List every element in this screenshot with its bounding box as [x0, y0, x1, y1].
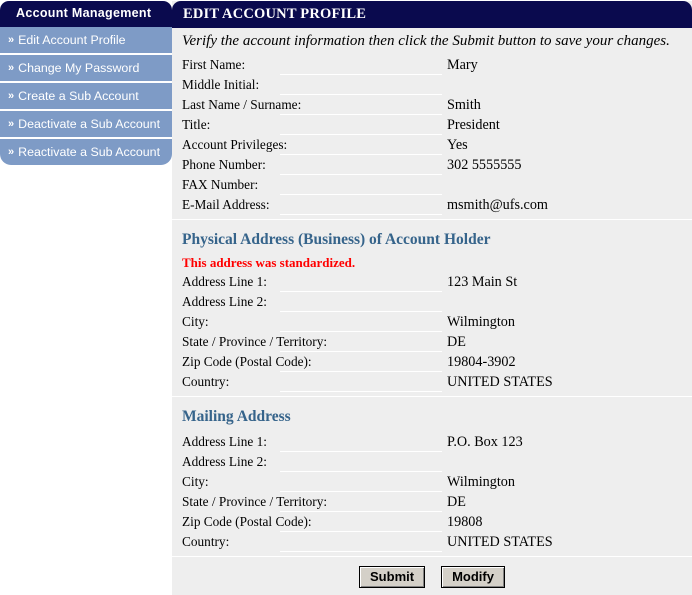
field-value: msmith@ufs.com: [447, 197, 548, 213]
field-label: Middle Initial:: [182, 77, 260, 92]
sidebar-item-change-my-password[interactable]: » Change My Password: [0, 55, 172, 83]
field-value: 302 5555555: [447, 157, 522, 173]
form-row: Zip Code (Postal Code): 19808: [172, 512, 692, 532]
field-value: Wilmington: [447, 314, 515, 330]
field-value: DE: [447, 334, 466, 350]
field-label: Phone Number:: [182, 157, 266, 172]
page-title: EDIT ACCOUNT PROFILE: [172, 1, 692, 28]
sidebar-item-edit-account-profile[interactable]: » Edit Account Profile: [0, 27, 172, 55]
field-underline: [280, 391, 442, 392]
form-row: Address Line 1: 123 Main St: [172, 272, 692, 292]
sidebar-item-label: Edit Account Profile: [18, 33, 126, 47]
form-row: City: Wilmington: [172, 312, 692, 332]
mailing-address-heading: Mailing Address: [182, 408, 291, 425]
form-row: Title: President: [172, 115, 692, 135]
form-row: Account Privileges: Yes: [172, 135, 692, 155]
form-row: Phone Number: 302 5555555: [172, 155, 692, 175]
button-bar: Submit Modify: [172, 566, 692, 588]
field-value: UNITED STATES: [447, 534, 553, 550]
field-value: 123 Main St: [447, 274, 518, 290]
physical-address-heading: Physical Address (Business) of Account H…: [182, 231, 491, 248]
field-label: First Name:: [182, 57, 246, 72]
field-value: 19808: [447, 514, 483, 530]
standardized-warning: This address was standardized.: [182, 255, 356, 270]
account-info-section: First Name: Mary Middle Initial: Last Name …: [172, 55, 692, 215]
form-row: Address Line 1: P.O. Box 123: [172, 432, 692, 452]
sidebar-title: Account Management: [0, 1, 172, 27]
field-label: Zip Code (Postal Code):: [182, 354, 312, 369]
field-label: State / Province / Territory:: [182, 494, 328, 509]
field-label: Last Name / Surname:: [182, 97, 302, 112]
section-divider: [172, 556, 692, 557]
field-value: Smith: [447, 97, 481, 113]
main-panel: EDIT ACCOUNT PROFILE Verify the account …: [172, 1, 692, 595]
field-label: E-Mail Address:: [182, 197, 270, 212]
sidebar: Account Management » Edit Account Profile…: [0, 1, 172, 165]
field-label: State / Province / Territory:: [182, 334, 328, 349]
sidebar-item-deactivate-a-sub-account[interactable]: » Deactivate a Sub Account: [0, 111, 172, 139]
field-label: Zip Code (Postal Code):: [182, 514, 312, 529]
form-row: Last Name / Surname: Smith: [172, 95, 692, 115]
field-underline: [280, 214, 442, 215]
field-label: Country:: [182, 374, 230, 389]
submit-button[interactable]: Submit: [359, 566, 426, 588]
form-row: Address Line 2:: [172, 292, 692, 312]
form-row: State / Province / Territory: DE: [172, 492, 692, 512]
field-value: President: [447, 117, 500, 133]
field-value: 19804-3902: [447, 354, 516, 370]
form-row: E-Mail Address: msmith@ufs.com: [172, 195, 692, 215]
double-chevron-right-icon: »: [8, 118, 15, 130]
field-label: City:: [182, 474, 209, 489]
field-label: Address Line 2:: [182, 454, 267, 469]
field-label: Country:: [182, 534, 230, 549]
field-value: Mary: [447, 57, 478, 73]
field-value: Yes: [447, 137, 468, 153]
form-row: Zip Code (Postal Code): 19804-3902: [172, 352, 692, 372]
physical-address-section: Address Line 1: 123 Main St Address Line 2…: [172, 272, 692, 392]
sidebar-item-reactivate-a-sub-account[interactable]: » Reactivate a Sub Account: [0, 139, 172, 165]
sidebar-item-label: Reactivate a Sub Account: [18, 145, 161, 159]
field-value: UNITED STATES: [447, 374, 553, 390]
field-label: Title:: [182, 117, 211, 132]
form-row: First Name: Mary: [172, 55, 692, 75]
field-label: City:: [182, 314, 209, 329]
double-chevron-right-icon: »: [8, 90, 15, 102]
field-value: DE: [447, 494, 466, 510]
page-root: Account Management » Edit Account Profile…: [0, 0, 692, 595]
sidebar-item-label: Deactivate a Sub Account: [18, 117, 161, 131]
field-underline: [280, 551, 442, 552]
intro-text: Verify the account information then clic…: [182, 33, 670, 49]
field-label: FAX Number:: [182, 177, 259, 192]
sidebar-item-label: Change My Password: [18, 61, 140, 75]
double-chevron-right-icon: »: [8, 34, 15, 46]
form-row: Country: UNITED STATES: [172, 372, 692, 392]
double-chevron-right-icon: »: [8, 62, 15, 74]
sidebar-item-label: Create a Sub Account: [18, 89, 139, 103]
field-value: P.O. Box 123: [447, 434, 523, 450]
field-value: Wilmington: [447, 474, 515, 490]
field-label: Address Line 2:: [182, 294, 267, 309]
field-label: Address Line 1:: [182, 274, 267, 289]
sidebar-item-create-a-sub-account[interactable]: » Create a Sub Account: [0, 83, 172, 111]
sidebar-item-list: » Edit Account Profile» Change My Password…: [0, 27, 172, 165]
double-chevron-right-icon: »: [8, 146, 15, 158]
form-row: Middle Initial:: [172, 75, 692, 95]
modify-button[interactable]: Modify: [441, 566, 505, 588]
form-row: Country: UNITED STATES: [172, 532, 692, 552]
form-row: State / Province / Territory: DE: [172, 332, 692, 352]
form-row: City: Wilmington: [172, 472, 692, 492]
field-label: Address Line 1:: [182, 434, 267, 449]
form-row: Address Line 2:: [172, 452, 692, 472]
field-label: Account Privileges:: [182, 137, 288, 152]
mailing-address-section: Address Line 1: P.O. Box 123 Address Line …: [172, 432, 692, 552]
form-row: FAX Number:: [172, 175, 692, 195]
